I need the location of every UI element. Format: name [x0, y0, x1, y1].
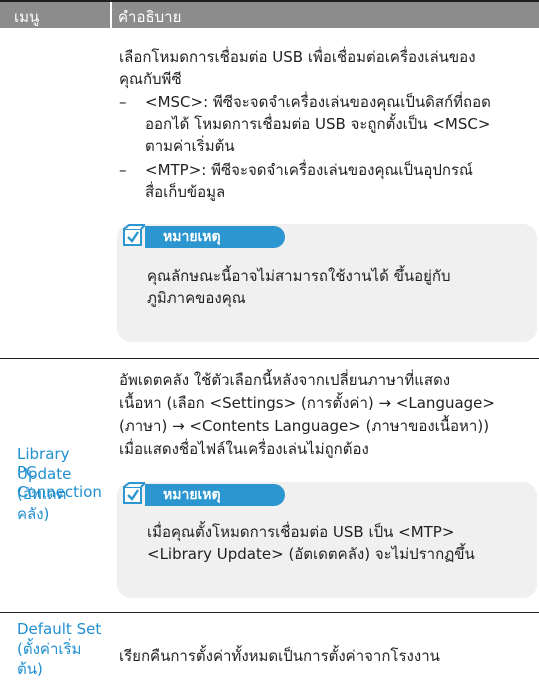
row-name-line: คลัง) [17, 505, 50, 523]
bullet-line: ออกได้ โหมดการเชื่อมต่อ USB จะถูกตั้งเป็… [145, 115, 491, 133]
note-text-line: เมื่อคุณตั้งโหมดการเชื่อมต่อ USB เป็น <M… [147, 523, 455, 541]
row-name-line: (ตั้งค่าเริ่ม [17, 640, 82, 658]
note-text-line: คุณลักษณะนี้อาจไม่สามารถใช้งานได้ ขึ้นอย… [147, 267, 451, 285]
row-library-desc-line: เมื่อแสดงชื่อไฟล์ในเครื่องเล่นไม่ถูกต้อง [119, 440, 369, 458]
row-library-desc-line: (ภาษา) → <Contents Language> (ภาษาของเนื… [119, 417, 490, 435]
row-default-desc-line: เรียกคืนการตั้งค่าทั้งหมดเป็นการตั้งค่าจ… [119, 647, 440, 665]
bullet-dash: – [119, 93, 127, 111]
row-library-desc-line: อัพเดตคลัง ใช้ตัวเลือกนี้หลังจากเปลี่ยนภ… [119, 371, 451, 389]
bullet-line: <MTP>: พีซีจะจดจำเครื่องเล่นของคุณเป็นอุ… [145, 161, 473, 179]
row-name-line: Default Set [17, 620, 102, 638]
bullet-line: <MSC>: พีซีจะจดจำเครื่องเล่นของคุณเป็นดิ… [145, 93, 491, 111]
note-box: หมายเหตุ เมื่อคุณตั้งโหมดการเชื่อมต่อ US… [117, 482, 537, 598]
note-label: หมายเหตุ [145, 226, 285, 248]
table-header: เมนู คำอธิบาย [0, 0, 539, 28]
row-name-line: ต้น) [17, 660, 43, 678]
note-check-icon [123, 482, 145, 504]
note-box: หมายเหตุ คุณลักษณะนี้อาจไม่สามารถใช้งานไ… [117, 224, 537, 342]
bullet-line: สื่อเก็บข้อมูล [145, 183, 226, 201]
row-default-set-name: Default Set (ตั้งค่าเริ่ม ต้น) [17, 619, 101, 679]
row-pc-desc-line: คุณกับพีซี [119, 70, 182, 88]
row-pc-desc-line: เลือกโหมดการเชื่อมต่อ USB เพื่อเชื่อมต่อ… [119, 48, 476, 66]
note-label: หมายเหตุ [145, 484, 285, 506]
header-divider [110, 2, 112, 28]
note-text-line: ภูมิภาคของคุณ [147, 289, 246, 307]
bullet-line: ตามค่าเริ่มต้น [145, 137, 235, 155]
header-description: คำอธิบาย [118, 8, 182, 26]
row-divider [0, 358, 539, 359]
row-name-line: Update [17, 465, 72, 483]
row-library-desc-line: เนื้อหา (เลือก <Settings> (การตั้งค่า) →… [119, 394, 495, 412]
note-text-line: <Library Update> (อัตเดตคลัง) จะไม่ปรากฏ… [147, 545, 475, 563]
row-name-line: (อัพเดต [17, 485, 67, 503]
header-menu: เมนู [14, 8, 40, 26]
row-library-update-name: Library Update (อัพเดต คลัง) [17, 444, 71, 524]
row-divider [0, 612, 539, 613]
note-check-icon [123, 224, 145, 246]
bullet-dash: – [119, 161, 127, 179]
row-name-line: Library [17, 445, 70, 463]
